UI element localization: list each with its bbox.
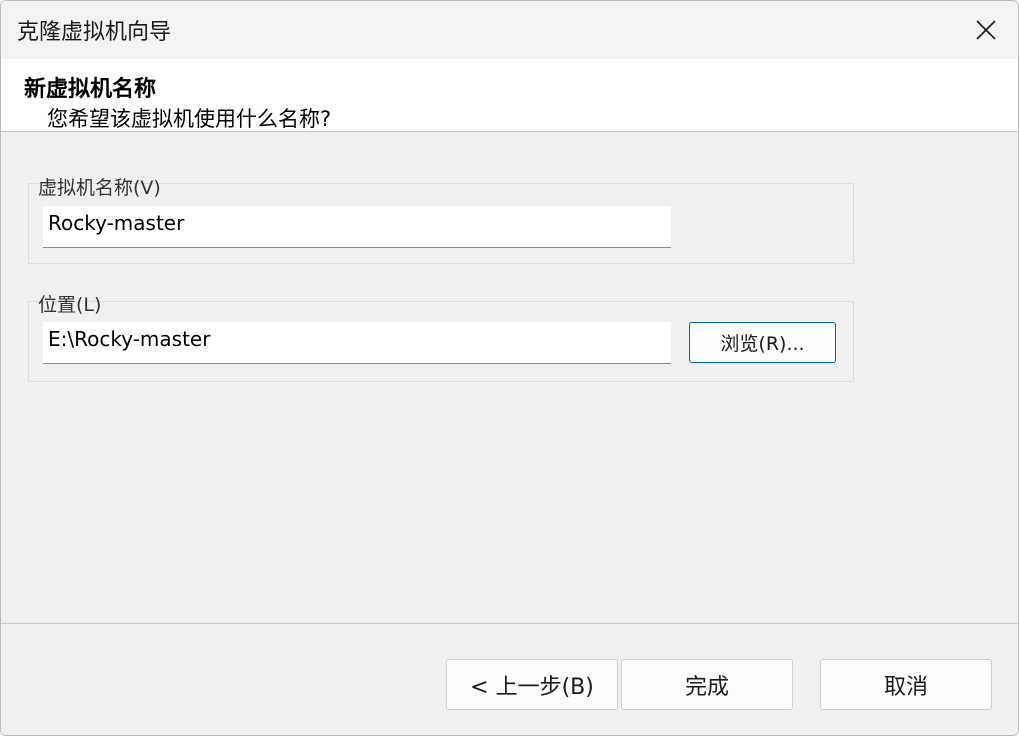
- close-button[interactable]: [954, 1, 1018, 59]
- window-title: 克隆虚拟机向导: [17, 20, 172, 45]
- cancel-button[interactable]: 取消: [820, 659, 992, 710]
- browse-button[interactable]: 浏览(R)...: [689, 322, 836, 363]
- location-label: 位置(L): [38, 294, 102, 316]
- vm-name-input[interactable]: Rocky-master: [43, 206, 671, 248]
- title-bar: 克隆虚拟机向导: [1, 1, 1018, 59]
- page-subtitle: 您希望该虚拟机使用什么名称?: [47, 107, 332, 131]
- wizard-header: 新虚拟机名称 您希望该虚拟机使用什么名称?: [1, 59, 1018, 132]
- close-icon: [976, 20, 996, 40]
- vm-name-label: 虚拟机名称(V): [38, 177, 161, 199]
- finish-button[interactable]: 完成: [621, 659, 793, 710]
- clone-vm-wizard-dialog: 克隆虚拟机向导 新虚拟机名称 您希望该虚拟机使用什么名称? 虚拟机名称(V) R…: [0, 0, 1019, 736]
- location-input[interactable]: E:\Rocky-master: [43, 322, 671, 364]
- page-title: 新虚拟机名称: [24, 77, 157, 102]
- footer-divider: [1, 623, 1018, 624]
- back-button[interactable]: < 上一步(B): [446, 659, 618, 710]
